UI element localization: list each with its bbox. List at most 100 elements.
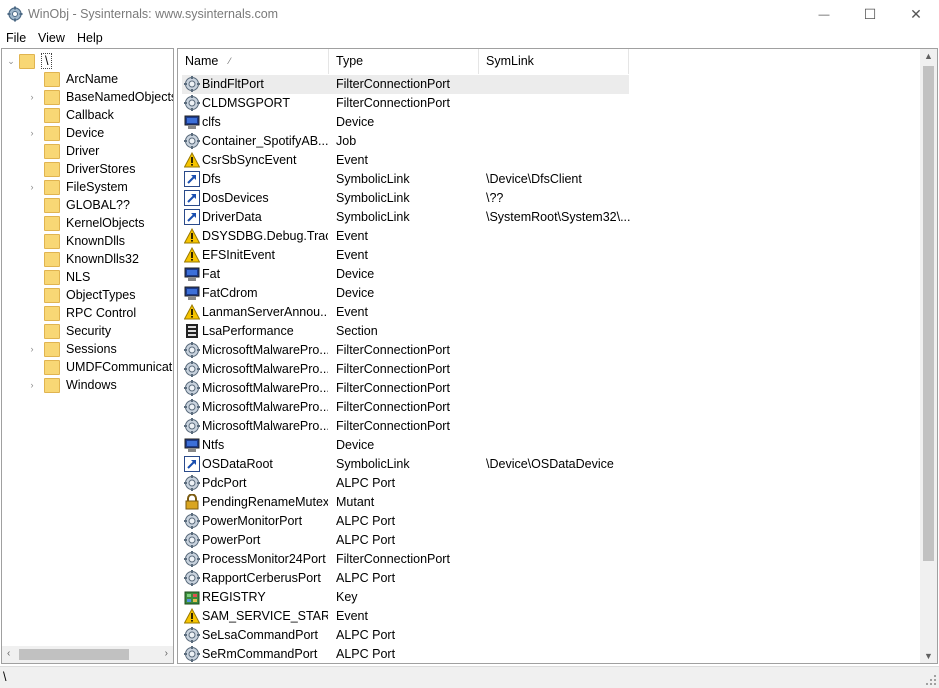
table-row[interactable]: Ntfs Device (178, 436, 918, 455)
table-row[interactable]: RapportCerberusPort ALPC Port (178, 569, 918, 588)
folder-icon (44, 305, 60, 321)
table-row[interactable]: Dfs SymbolicLink \Device\DfsClient (178, 170, 918, 189)
table-row[interactable]: OSDataRoot SymbolicLink \Device\OSDataDevi… (178, 455, 918, 474)
table-row[interactable]: PowerMonitorPort ALPC Port (178, 512, 918, 531)
resize-grip-icon[interactable] (925, 674, 937, 686)
table-row[interactable]: CsrSbSyncEvent Event (178, 151, 918, 170)
table-row[interactable]: Fat Device (178, 265, 918, 284)
scroll-right-icon[interactable]: › (165, 648, 168, 659)
tree-root[interactable]: ⌄ \ (6, 52, 53, 70)
table-row[interactable]: PowerPort ALPC Port (178, 531, 918, 550)
table-row[interactable]: FatCdrom Device (178, 284, 918, 303)
tree-item[interactable]: RPC Control (28, 304, 136, 322)
menu-view[interactable]: View (38, 31, 65, 45)
cell-type: Section (336, 324, 378, 338)
table-row[interactable]: DriverData SymbolicLink \SystemRoot\System… (178, 208, 918, 227)
section-icon (186, 324, 198, 338)
folder-icon (44, 143, 60, 159)
menu-help[interactable]: Help (77, 31, 103, 45)
tree-item[interactable]: DriverStores (28, 160, 135, 178)
tree-item[interactable]: › BaseNamedObjects (27, 88, 173, 106)
scroll-left-icon[interactable]: ‹ (7, 648, 10, 659)
scrollbar-thumb[interactable] (19, 649, 129, 660)
scroll-up-icon[interactable]: ▲ (924, 51, 933, 61)
maximize-button[interactable]: ☐ (847, 0, 893, 29)
table-row[interactable]: LanmanServerAnnou... Event (178, 303, 918, 322)
folder-icon (44, 89, 60, 105)
table-row[interactable]: REGISTRY Key (178, 588, 918, 607)
expand-arrow-icon[interactable]: › (27, 380, 37, 390)
namespace-tree[interactable]: ⌄ \ ArcName › BaseNamedObjects Callback › Dev… (1, 48, 174, 664)
scroll-down-icon[interactable]: ▼ (924, 651, 933, 661)
minimize-button[interactable]: — (801, 0, 847, 29)
table-row[interactable]: MicrosoftMalwarePro... FilterConnectionPo… (178, 417, 918, 436)
tree-item[interactable]: › Sessions (28, 340, 117, 358)
folder-icon (44, 341, 60, 357)
collapse-arrow-icon[interactable]: ⌄ (6, 56, 16, 66)
column-header-name[interactable]: Name ⁄ (178, 49, 329, 74)
list-vertical-scrollbar[interactable]: ▲ ▼ (920, 49, 937, 663)
port-icon (184, 380, 200, 396)
table-row[interactable]: SAM_SERVICE_STARTED Event (178, 607, 918, 626)
expand-arrow-icon[interactable]: › (27, 344, 37, 354)
close-button[interactable]: ✕ (893, 0, 939, 29)
table-row[interactable]: MicrosoftMalwarePro... FilterConnectionPo… (178, 341, 918, 360)
tree-item[interactable]: Callback (28, 106, 114, 124)
menu-file[interactable]: File (6, 31, 26, 45)
cell-type: Event (336, 248, 368, 262)
tree-item[interactable]: ArcName (28, 70, 118, 88)
expand-arrow-icon[interactable]: › (27, 182, 37, 192)
folder-icon (44, 179, 60, 195)
tree-horizontal-scrollbar[interactable]: ‹ › (2, 646, 173, 663)
table-row[interactable]: BindFltPort FilterConnectionPort (178, 75, 918, 94)
table-row[interactable]: Container_SpotifyAB.... Job (178, 132, 918, 151)
tree-item[interactable]: › Windows (28, 376, 117, 394)
port-icon (184, 475, 200, 491)
title-bar[interactable]: WinObj - Sysinternals: www.sysinternals.… (0, 0, 939, 29)
expand-arrow-icon[interactable]: › (27, 128, 37, 138)
tree-item[interactable]: Driver (28, 142, 99, 160)
column-header-type[interactable]: Type (329, 49, 479, 74)
tree-item[interactable]: NLS (28, 268, 90, 286)
cell-name: MicrosoftMalwarePro... (202, 343, 328, 357)
object-list[interactable]: Name ⁄ Type SymLink BindFltPort FilterCon… (177, 48, 938, 664)
table-row[interactable]: SeRmCommandPort ALPC Port (178, 645, 918, 663)
table-row[interactable]: ProcessMonitor24Port FilterConnectionPort (178, 550, 918, 569)
column-header-symlink[interactable]: SymLink (479, 49, 629, 74)
tree-item[interactable]: ObjectTypes (28, 286, 135, 304)
tree-item[interactable]: Security (28, 322, 111, 340)
table-row[interactable]: MicrosoftMalwarePro... FilterConnectionPo… (178, 360, 918, 379)
mutant-icon (185, 494, 199, 510)
maximize-icon: ☐ (863, 6, 877, 22)
cell-name: BindFltPort (202, 77, 264, 91)
table-row[interactable]: CLDMSGPORT FilterConnectionPort (178, 94, 918, 113)
tree-root-label: \ (41, 53, 53, 69)
tree-item-label: KnownDlls32 (66, 252, 139, 266)
table-row[interactable]: DSYSDBG.Debug.Trac... Event (178, 227, 918, 246)
cell-type: SymbolicLink (336, 172, 410, 186)
tree-item[interactable]: UMDFCommunicatio (28, 358, 174, 376)
port-icon (184, 418, 200, 434)
table-row[interactable]: LsaPerformance Section (178, 322, 918, 341)
tree-item[interactable]: KnownDlls32 (28, 250, 139, 268)
tree-item[interactable]: › Device (28, 124, 104, 142)
table-row[interactable]: SeLsaCommandPort ALPC Port (178, 626, 918, 645)
scrollbar-thumb[interactable] (923, 66, 934, 561)
table-row[interactable]: PdcPort ALPC Port (178, 474, 918, 493)
key-icon (184, 591, 200, 605)
folder-icon (44, 287, 60, 303)
tree-item[interactable]: GLOBAL?? (28, 196, 130, 214)
tree-item[interactable]: › FileSystem (28, 178, 128, 196)
tree-item[interactable]: KnownDlls (28, 232, 125, 250)
table-row[interactable]: clfs Device (178, 113, 918, 132)
tree-item-label: UMDFCommunicatio (66, 360, 174, 374)
table-row[interactable]: DosDevices SymbolicLink \?? (178, 189, 918, 208)
cell-name: PowerPort (202, 533, 261, 547)
table-row[interactable]: EFSInitEvent Event (178, 246, 918, 265)
table-row[interactable]: MicrosoftMalwarePro... FilterConnectionPo… (178, 398, 918, 417)
tree-item-label: DriverStores (66, 162, 136, 176)
table-row[interactable]: MicrosoftMalwarePro... FilterConnectionPo… (178, 379, 918, 398)
expand-arrow-icon[interactable]: › (27, 92, 37, 102)
table-row[interactable]: PendingRenameMutex Mutant (178, 493, 918, 512)
tree-item[interactable]: KernelObjects (28, 214, 145, 232)
